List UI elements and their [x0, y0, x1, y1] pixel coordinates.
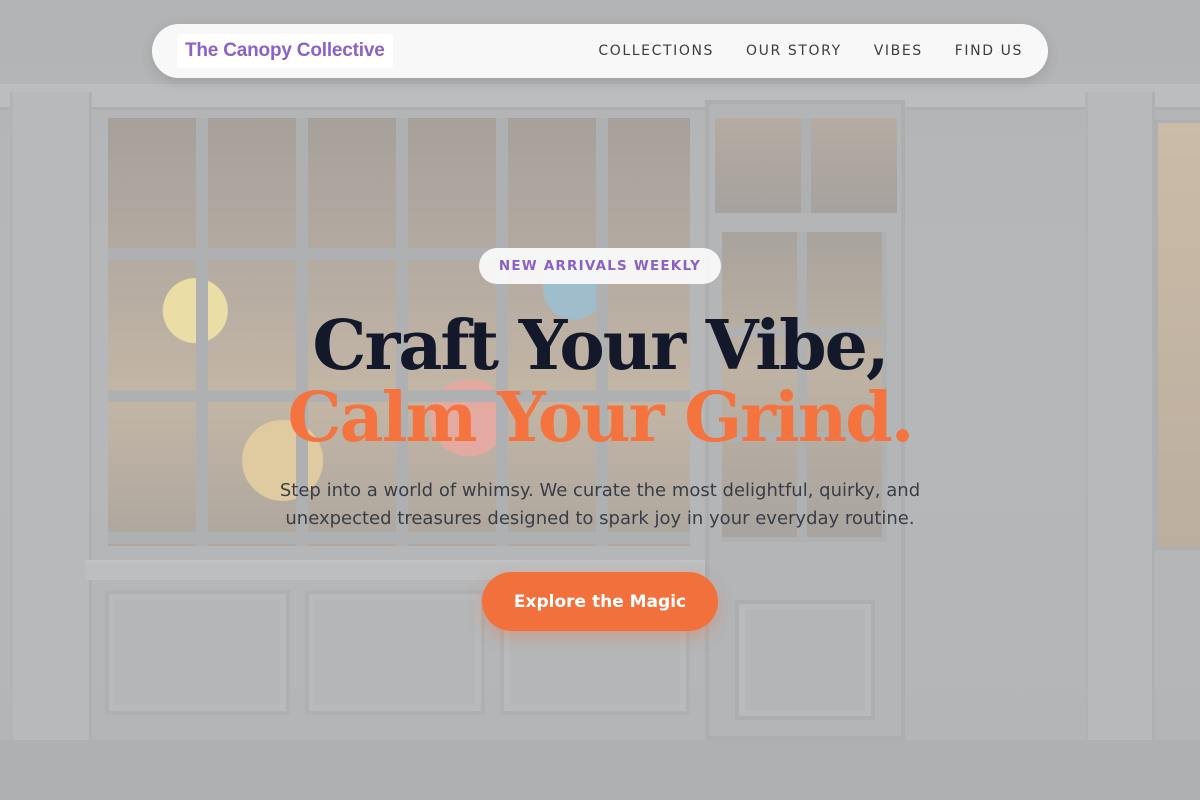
hero-subtext: Step into a world of whimsy. We curate t…	[279, 480, 921, 529]
nav-link-our-story[interactable]: OUR STORY	[746, 43, 842, 59]
nav-link-collections[interactable]: COLLECTIONS	[598, 43, 714, 59]
hero-headline-line-2: Calm Your Grind.	[287, 378, 915, 458]
explore-the-magic-button[interactable]: Explore the Magic	[482, 572, 718, 631]
nav-link-vibes[interactable]: VIBES	[874, 43, 923, 59]
top-navbar: The Canopy Collective COLLECTIONS OUR ST…	[152, 24, 1048, 78]
hero-headline-line-1: Craft Your Vibe,	[312, 306, 889, 386]
nav-links: COLLECTIONS OUR STORY VIBES FIND US	[598, 43, 1023, 59]
new-arrivals-badge: NEW ARRIVALS WEEKLY	[479, 248, 721, 284]
brand-logo[interactable]: The Canopy Collective	[177, 34, 393, 68]
nav-link-find-us[interactable]: FIND US	[955, 43, 1023, 59]
